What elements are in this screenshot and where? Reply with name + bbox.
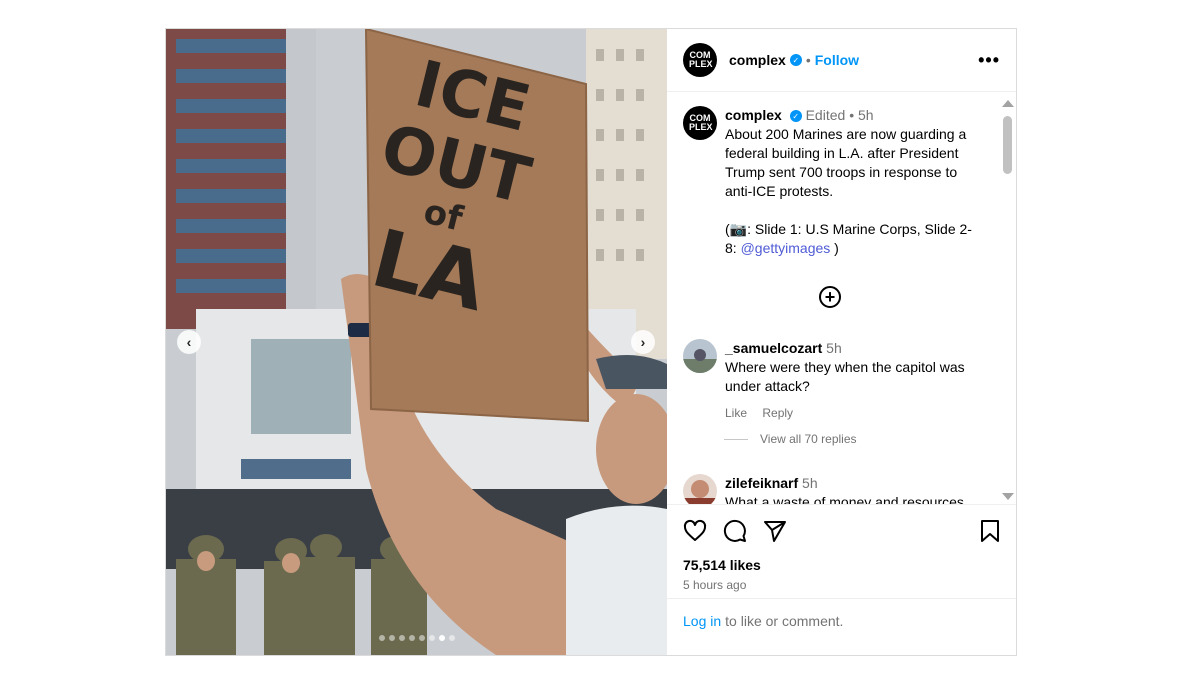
slide-dot [398, 635, 405, 641]
verified-badge-icon: ✓ [789, 110, 802, 123]
separator: • [805, 52, 811, 68]
like-comment-button[interactable]: Like [725, 406, 747, 420]
share-icon[interactable] [763, 519, 787, 543]
post-header: COM PLEX complex ✓ • Follow ••• [667, 29, 1016, 92]
avatar[interactable]: COM PLEX [683, 43, 717, 77]
comments-scroll-area[interactable]: COM PLEX complex ✓ Edited • 5h About 200… [667, 92, 1016, 504]
view-replies-label: View all 70 replies [760, 432, 857, 446]
getty-images-link[interactable]: @gettyimages [741, 240, 831, 256]
follow-button[interactable]: Follow [815, 52, 859, 68]
comment-text: Where were they when the capitol was und… [725, 359, 965, 394]
caption-text: About 200 Marines are now guarding a fed… [725, 126, 967, 199]
edited-label: Edited [805, 107, 846, 123]
caption-avatar[interactable]: COM PLEX [683, 106, 717, 140]
login-prompt: Log in to like or comment. [667, 598, 1016, 643]
instagram-post: ICE OUT of LA ‹ › COM PLEX complex ✓ • F… [165, 28, 1017, 656]
load-more-comments-icon[interactable]: + [819, 286, 841, 308]
slide-dot [418, 635, 425, 641]
caption: COM PLEX complex ✓ Edited • 5h About 200… [683, 106, 983, 258]
slide-dot [428, 635, 435, 641]
slide-dot [438, 635, 445, 641]
likes-count[interactable]: 75,514 likes [683, 557, 1000, 573]
comment-time[interactable]: 5h [826, 340, 842, 356]
post-actions: 75,514 likes 5 hours ago [667, 504, 1016, 598]
previous-slide-button[interactable]: ‹ [177, 330, 201, 354]
view-replies-button[interactable]: View all 70 replies [724, 432, 857, 446]
next-slide-button[interactable]: › [631, 330, 655, 354]
post-time[interactable]: 5 hours ago [683, 578, 1000, 592]
post-sidebar: COM PLEX complex ✓ • Follow ••• COM PLEX… [667, 29, 1016, 655]
scrollbar[interactable] [1002, 100, 1014, 500]
bookmark-icon[interactable] [980, 519, 1000, 543]
divider [724, 438, 748, 440]
verified-badge-icon: ✓ [789, 54, 802, 66]
scroll-down-arrow-icon[interactable] [1002, 493, 1014, 500]
credit-suffix: ) [830, 240, 839, 256]
comment-username[interactable]: zilefeiknarf [725, 475, 798, 491]
slide-dot [388, 635, 395, 641]
commenter-avatar[interactable] [683, 339, 717, 373]
login-link[interactable]: Log in [683, 613, 721, 629]
comment-time[interactable]: 5h [802, 475, 818, 491]
scrollbar-thumb[interactable] [1003, 116, 1012, 174]
login-text: to like or comment. [725, 613, 844, 629]
more-options-icon[interactable]: ••• [978, 50, 1000, 71]
slide-dot [448, 635, 455, 641]
comment-item: zilefeiknarf 5h What a waste of money an… [683, 474, 983, 504]
post-media[interactable]: ICE OUT of LA ‹ › [166, 29, 667, 655]
caption-time[interactable]: 5h [858, 107, 874, 123]
photo-credit: (📷: Slide 1: U.S Marine Corps, Slide 2-8… [725, 220, 983, 258]
slide-dot [378, 635, 385, 641]
separator: • [849, 107, 855, 123]
heart-icon[interactable] [683, 519, 707, 543]
chevron-right-icon: › [640, 334, 646, 350]
avatar-logo: COM PLEX [689, 50, 713, 69]
slide-indicator [166, 635, 667, 641]
commenter-avatar[interactable] [683, 474, 717, 504]
scroll-up-arrow-icon[interactable] [1002, 100, 1014, 107]
comment-item: _samuelcozart 5h Where were they when th… [683, 339, 983, 423]
reply-button[interactable]: Reply [762, 406, 793, 420]
caption-username[interactable]: complex [725, 107, 782, 123]
chevron-left-icon: ‹ [186, 334, 192, 350]
avatar-logo: COM PLEX [689, 113, 713, 132]
comment-username[interactable]: _samuelcozart [725, 340, 822, 356]
header-username[interactable]: complex [729, 52, 786, 68]
slide-dot [408, 635, 415, 641]
comment-icon[interactable] [723, 519, 747, 543]
comment-text: What a waste of money and resources [725, 494, 964, 504]
